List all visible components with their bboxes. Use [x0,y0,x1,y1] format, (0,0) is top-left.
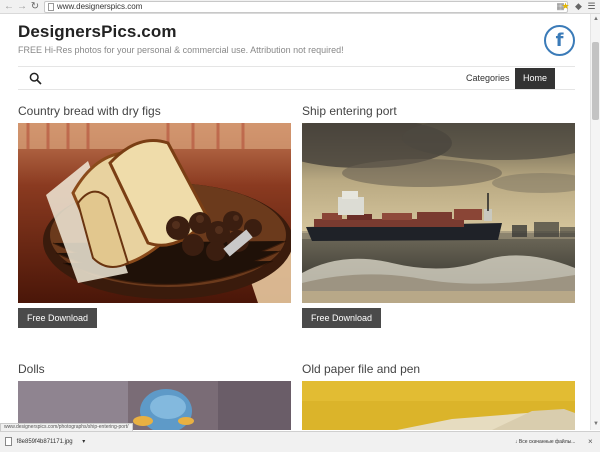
site-tagline: FREE Hi-Res photos for your personal & c… [18,45,344,55]
show-all-downloads-label: Все скачанные файлы... [518,439,576,445]
address-bar[interactable]: www.designerspics.com [44,1,568,13]
card-title-ship[interactable]: Ship entering port [302,104,397,118]
search-icon[interactable] [29,72,42,85]
page-scrollbar[interactable]: ▲ ▼ [590,14,600,430]
download-bar: f8e859f4b871171.jpg ▾ ↓ Все скачанные фа… [0,431,600,452]
scrollbar-thumb[interactable] [592,42,599,120]
browser-toolbar: ← → ↻ www.designerspics.com ▦ ★ ◆ ☰ [0,0,600,14]
extension-icon[interactable]: ◆ [573,1,584,12]
forward-arrow-icon[interactable]: → [16,1,28,13]
scroll-down-icon[interactable]: ▼ [592,420,600,428]
photo-bread-figs[interactable] [18,123,291,303]
download-button-ship[interactable]: Free Download [302,308,381,328]
main-navbar: Categories Home [18,66,575,90]
close-icon[interactable]: × [588,436,593,448]
photo-old-paper[interactable] [302,381,575,430]
page-icon [48,3,54,11]
download-button-bread[interactable]: Free Download [18,308,97,328]
download-item[interactable]: f8e859f4b871171.jpg ▾ [5,436,85,448]
nav-home-link[interactable]: Home [515,68,555,89]
card-title-old-paper[interactable]: Old paper file and pen [302,362,420,376]
download-arrow-icon: ↓ [515,439,518,445]
bookmark-star-icon[interactable]: ★ [560,1,571,12]
download-menu-chevron-icon[interactable]: ▾ [82,439,85,445]
nav-categories-link[interactable]: Categories [466,67,510,89]
facebook-icon[interactable]: f [544,25,575,56]
card-title-bread[interactable]: Country bread with dry figs [18,104,161,118]
address-text: www.designerspics.com [57,2,143,11]
show-all-downloads-link[interactable]: ↓ Все скачанные файлы... [515,436,575,448]
download-file-name: f8e859f4b871171.jpg [16,439,73,445]
photo-ship-port[interactable] [302,123,575,303]
back-arrow-icon[interactable]: ← [3,1,15,13]
menu-icon[interactable]: ☰ [586,1,597,12]
site-title[interactable]: DesignersPics.com [18,22,177,42]
card-title-dolls[interactable]: Dolls [18,362,45,376]
reload-icon[interactable]: ↻ [29,1,41,13]
scroll-up-icon[interactable]: ▲ [592,15,600,23]
file-icon [5,436,12,446]
